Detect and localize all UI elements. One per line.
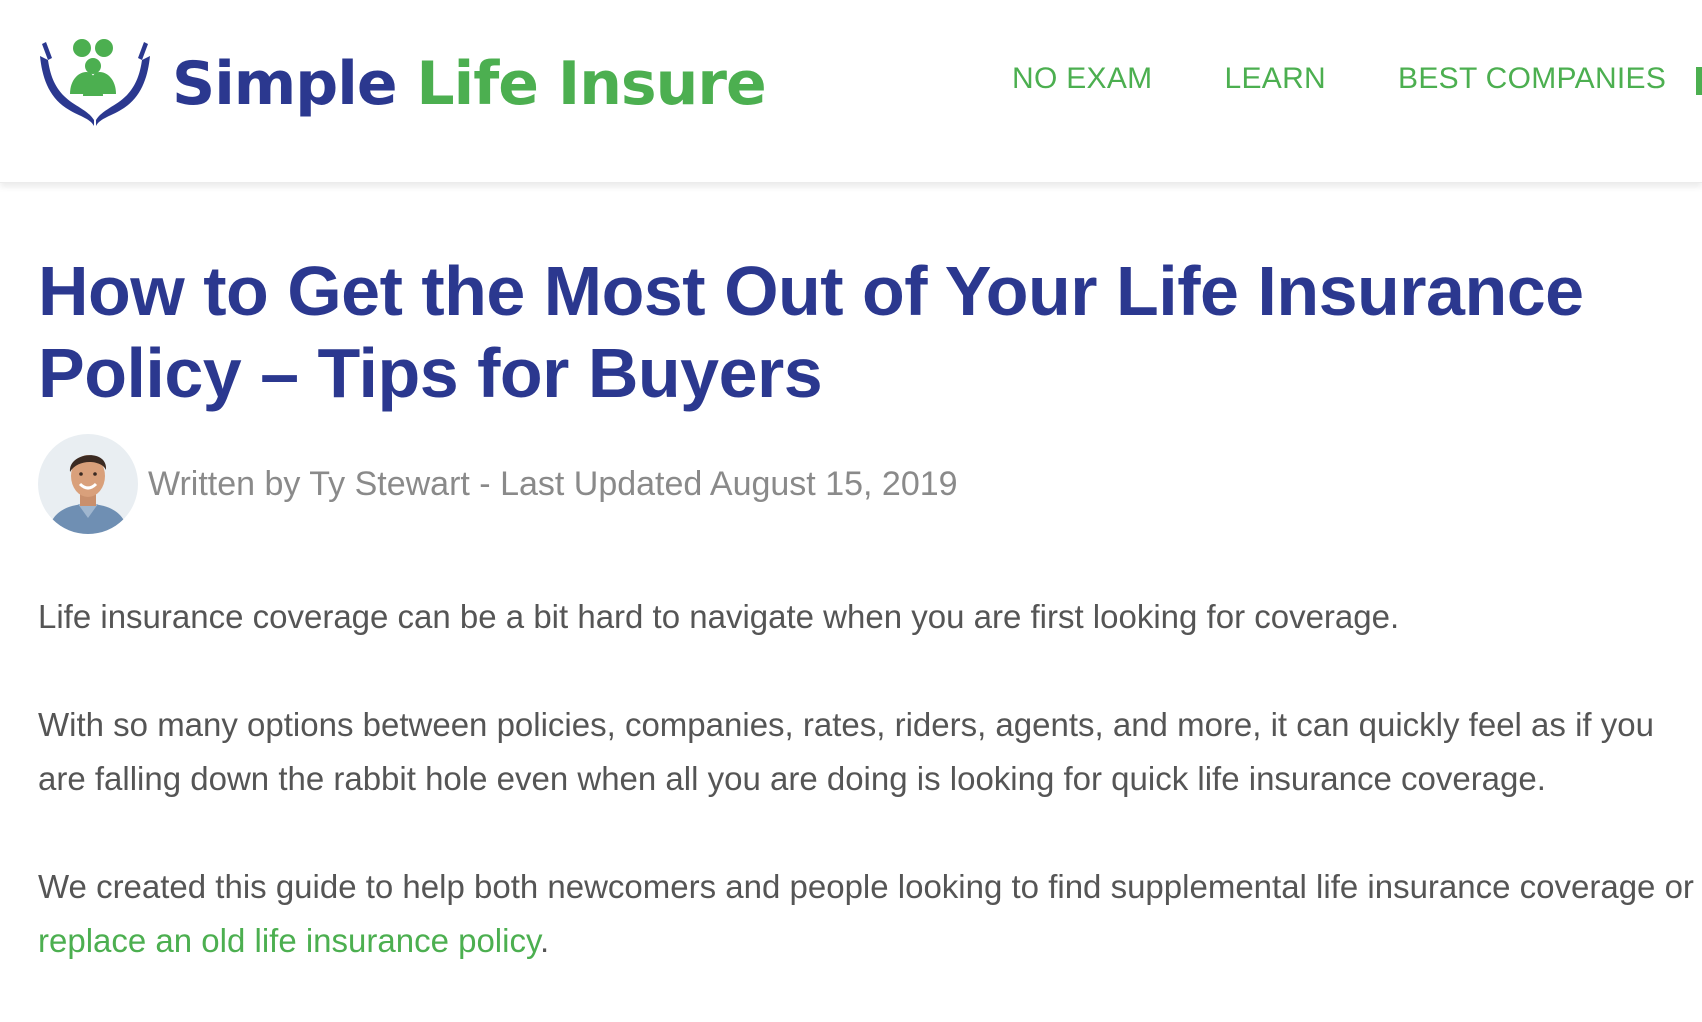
nav-item-best-companies[interactable]: BEST COMPANIES [1398,62,1666,96]
author-byline: Written by Ty Stewart - Last Updated Aug… [38,434,958,534]
logo-word-simple: Simple [172,49,398,119]
nav-item-learn[interactable]: LEARN [1224,62,1326,96]
article-title: How to Get the Most Out of Your Life Ins… [38,252,1584,412]
site-header: Simple Life Insure NO EXAM LEARN BEST CO… [0,0,1702,183]
paragraph-guide-end: . [540,922,550,959]
paragraph-intro: Life insurance coverage can be a bit har… [38,598,1400,635]
paragraph-guide: We created this guide to help both newco… [38,860,1702,968]
paragraph-options: With so many options between policies, c… [38,706,1654,797]
nav-item-cut-off[interactable] [1696,67,1702,95]
main-nav: NO EXAM LEARN BEST COMPANIES [1012,62,1702,96]
logo-wordmark: Simple Life Insure [172,49,767,119]
paragraph-guide-text: We created this guide to help both newco… [38,868,1694,905]
article-body: Life insurance coverage can be a bit har… [38,590,1702,1022]
site-logo[interactable]: Simple Life Insure [38,36,767,128]
family-hands-icon [40,39,150,126]
logo-word-life-insure: Life Insure [416,49,766,119]
byline-text: Written by Ty Stewart - Last Updated Aug… [148,464,958,503]
author-photo [38,434,138,534]
author-avatar [38,434,138,534]
replace-policy-link[interactable]: replace an old life insurance policy [38,922,540,959]
nav-item-no-exam[interactable]: NO EXAM [1012,62,1152,96]
